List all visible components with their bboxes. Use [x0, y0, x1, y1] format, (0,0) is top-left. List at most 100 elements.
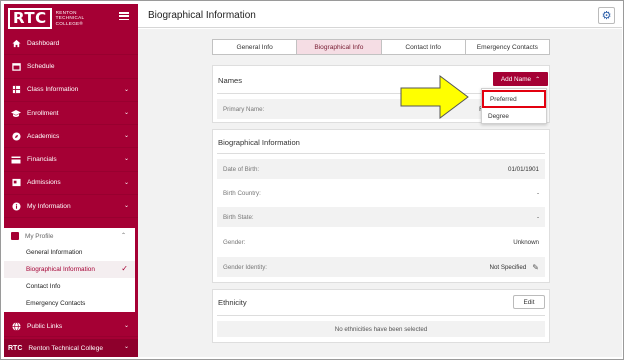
add-name-label: Add Name [500, 75, 532, 83]
sidebar-item-public-links[interactable]: Public Links ⌄ [4, 317, 138, 337]
sidebar-subitem-biographical-information[interactable]: Biographical Information ✓ [4, 261, 135, 278]
ethnicity-empty-message: No ethnicities have been selected [217, 321, 545, 337]
chevron-down-icon: ⌄ [123, 109, 129, 116]
chevron-down-icon: ⌄ [123, 179, 129, 186]
dropdown-item-preferred[interactable]: Preferred [482, 90, 546, 108]
edit-pencil-icon[interactable]: ✎ [532, 263, 539, 272]
sidebar-item-label: Public Links [27, 323, 63, 330]
row-value: 01/01/1901 [508, 165, 539, 173]
tab-general-info[interactable]: General Info [213, 40, 298, 54]
logo-subtitle: RENTON TECHNICAL COLLEGE® [55, 9, 85, 26]
birth-country-row: Birth Country: - [217, 183, 545, 203]
my-profile-section: My Profile ⌃ General Information Biograp… [4, 228, 135, 312]
tab-emergency-contacts[interactable]: Emergency Contacts [466, 40, 549, 54]
row-value: - [536, 189, 539, 197]
ethnicity-title: Ethnicity [218, 298, 247, 307]
ethnicity-card: Ethnicity Edit No ethnicities have been … [212, 289, 550, 343]
sidebar-item-label: Enrollment [27, 109, 59, 117]
row-value: Unknown [513, 238, 539, 246]
dropdown-item-degree[interactable]: Degree [482, 108, 546, 124]
primary-name-label: Primary Name: [223, 105, 265, 113]
calendar-icon [11, 61, 21, 71]
chevron-down-icon: ⌄ [123, 86, 129, 93]
info-icon [11, 201, 21, 211]
date-of-birth-row: Date of Birth: 01/01/1901 [217, 159, 545, 179]
gender-identity-row: Gender Identity: Not Specified ✎ [217, 257, 545, 277]
add-name-dropdown: Preferred Degree [481, 88, 547, 124]
tab-contact-info[interactable]: Contact Info [382, 40, 466, 54]
chevron-down-icon: ⌄ [123, 323, 129, 329]
user-icon [11, 232, 19, 240]
sidebar-item-label: Renton Technical College [28, 344, 104, 352]
row-value: Not Specified [489, 263, 527, 271]
add-name-button[interactable]: Add Name ⌃ [493, 72, 548, 86]
sidebar-item-my-information[interactable]: My Information ⌄ [4, 195, 138, 219]
row-label: Gender Identity: [223, 263, 268, 271]
sidebar-item-academics[interactable]: Academics ⌄ [4, 125, 138, 149]
logo[interactable]: RTC RENTON TECHNICAL COLLEGE® [4, 4, 138, 32]
globe-icon [11, 322, 21, 332]
main-content: General Info Biographical Info Contact I… [138, 29, 622, 357]
grid-icon [11, 85, 21, 95]
sidebar-item-label: Class Information [27, 86, 79, 94]
page-title: Biographical Information [148, 10, 256, 21]
home-icon [11, 38, 21, 48]
sidebar-item-label: My Profile [25, 232, 54, 240]
sidebar-subitem-label: Emergency Contacts [26, 300, 86, 307]
sidebar-subitem-label: General Information [26, 249, 83, 256]
sidebar-item-class-information[interactable]: Class Information ⌄ [4, 79, 138, 102]
sidebar-item-label: Academics [27, 132, 60, 140]
birth-state-row: Birth State: - [217, 207, 545, 227]
sidebar-subitem-label: Contact Info [26, 283, 61, 290]
names-card: Names Primary Name: Re Add Name ⌃ Prefer… [212, 65, 550, 124]
sidebar-item-label: Financials [27, 156, 57, 164]
sidebar-item-renton-technical-college[interactable]: RTC Renton Technical College ⌄ [4, 339, 138, 357]
chevron-down-icon: ⌄ [123, 203, 129, 210]
sidebar-item-my-profile[interactable]: My Profile ⌃ [4, 228, 135, 244]
sidebar-item-schedule[interactable]: Schedule [4, 55, 138, 79]
page-header: Biographical Information ⚙ [138, 4, 622, 28]
chevron-down-icon: ⌄ [123, 156, 129, 163]
chevron-down-icon: ⌄ [123, 133, 129, 140]
chevron-down-icon: ⌄ [123, 344, 129, 350]
rtc-mini-logo: RTC [8, 344, 23, 352]
sidebar: RTC RENTON TECHNICAL COLLEGE® Dashboard … [4, 4, 138, 357]
sidebar-item-admissions[interactable]: Admissions ⌄ [4, 172, 138, 196]
row-label: Birth State: [223, 213, 254, 221]
sidebar-item-label: Dashboard [27, 39, 60, 47]
sidebar-subitem-general-information[interactable]: General Information [4, 244, 135, 261]
gender-row: Gender: Unknown [217, 232, 545, 252]
edit-ethnicity-button[interactable]: Edit [513, 295, 545, 309]
graduation-cap-icon [11, 108, 21, 118]
id-card-icon [11, 178, 21, 188]
names-title: Names [218, 76, 243, 85]
row-label: Gender: [223, 238, 246, 246]
sidebar-item-dashboard[interactable]: Dashboard [4, 32, 138, 56]
tab-biographical-info[interactable]: Biographical Info [297, 40, 382, 54]
chevron-up-icon: ⌃ [120, 233, 126, 239]
sidebar-item-label: My Information [27, 202, 71, 210]
row-label: Birth Country: [223, 189, 261, 197]
sidebar-item-label: Admissions [27, 179, 61, 187]
sidebar-subitem-label: Biographical Information [26, 266, 95, 273]
biographical-info-card: Biographical Information Date of Birth: … [212, 129, 550, 283]
gear-icon: ⚙ [601, 10, 612, 22]
sidebar-item-label: Schedule [27, 62, 55, 70]
sidebar-item-enrollment[interactable]: Enrollment ⌄ [4, 102, 138, 126]
compass-icon [11, 131, 21, 141]
row-value: - [536, 213, 539, 221]
logo-mark: RTC [8, 7, 52, 29]
app-frame: RTC RENTON TECHNICAL COLLEGE® Dashboard … [0, 0, 624, 360]
credit-card-icon [11, 155, 21, 165]
tab-bar: General Info Biographical Info Contact I… [212, 39, 550, 55]
sidebar-item-financials[interactable]: Financials ⌄ [4, 148, 138, 172]
checkmark-icon: ✓ [121, 264, 128, 273]
sidebar-subitem-contact-info[interactable]: Contact Info [4, 278, 135, 295]
settings-button[interactable]: ⚙ [598, 7, 615, 24]
annotation-arrow-icon [400, 75, 469, 119]
row-label: Date of Birth: [223, 165, 260, 173]
menu-toggle-icon[interactable] [119, 12, 129, 20]
biographical-info-title: Biographical Information [218, 138, 300, 147]
sidebar-subitem-emergency-contacts[interactable]: Emergency Contacts [4, 295, 135, 312]
chevron-up-icon: ⌃ [535, 76, 541, 83]
